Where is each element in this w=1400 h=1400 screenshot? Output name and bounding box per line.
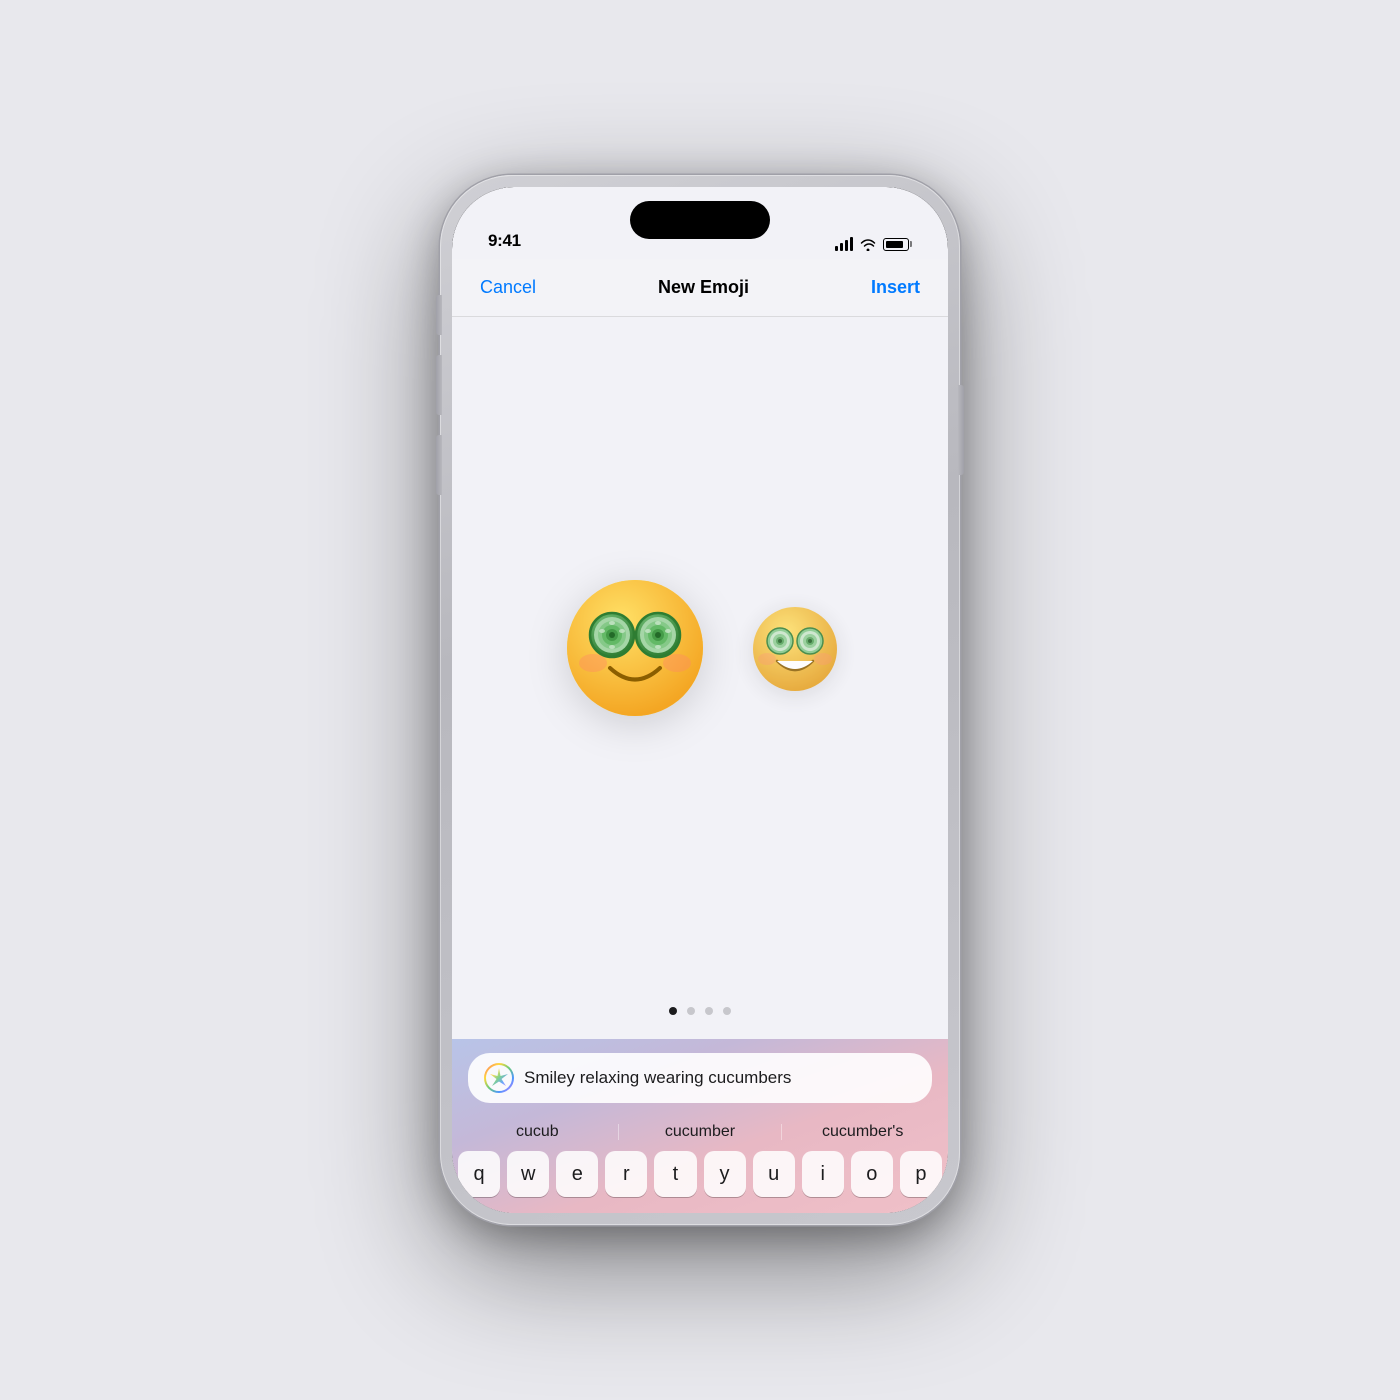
wifi-icon: [860, 238, 876, 250]
dot-2[interactable]: [687, 1007, 695, 1015]
insert-button[interactable]: Insert: [871, 277, 920, 298]
key-r[interactable]: r: [605, 1151, 647, 1197]
phone-screen: 9:41: [452, 187, 948, 1213]
cancel-button[interactable]: Cancel: [480, 277, 536, 298]
key-o[interactable]: o: [851, 1151, 893, 1197]
key-w[interactable]: w: [507, 1151, 549, 1197]
key-p[interactable]: p: [900, 1151, 942, 1197]
key-t[interactable]: t: [654, 1151, 696, 1197]
key-u[interactable]: u: [753, 1151, 795, 1197]
input-text-field[interactable]: Smiley relaxing wearing cucumbers: [524, 1068, 916, 1088]
nav-bar: Cancel New Emoji Insert: [452, 259, 948, 317]
silent-switch[interactable]: [436, 295, 442, 335]
volume-up-button[interactable]: [436, 355, 442, 415]
keyboard-rows: q w e r t y u i o p: [452, 1151, 948, 1213]
battery-icon: [883, 238, 912, 251]
main-emoji[interactable]: [555, 563, 715, 745]
dot-3[interactable]: [705, 1007, 713, 1015]
secondary-emoji[interactable]: [745, 597, 845, 712]
status-icons: [835, 237, 912, 251]
key-q[interactable]: q: [458, 1151, 500, 1197]
autocomplete-word-1[interactable]: cucub: [456, 1119, 619, 1145]
emoji-carousel[interactable]: [452, 317, 948, 991]
autocomplete-bar: cucub cucumber cucumber's: [456, 1113, 944, 1151]
emoji-area: Smiley relaxing wearing cucumbers cucub …: [452, 317, 948, 1213]
dot-1[interactable]: [669, 1007, 677, 1015]
content-area: Cancel New Emoji Insert: [452, 259, 948, 1213]
pagination-dots: [452, 991, 948, 1039]
emoji-input-bar[interactable]: Smiley relaxing wearing cucumbers: [468, 1053, 932, 1103]
power-button[interactable]: [958, 385, 964, 475]
key-y[interactable]: y: [704, 1151, 746, 1197]
autocomplete-word-2[interactable]: cucumber: [619, 1119, 782, 1145]
phone-device: 9:41: [440, 175, 960, 1225]
dynamic-island: [630, 201, 770, 239]
genmoji-icon: [484, 1063, 514, 1093]
nav-title: New Emoji: [658, 277, 749, 298]
keyboard-area: Smiley relaxing wearing cucumbers cucub …: [452, 1039, 948, 1213]
signal-icon: [835, 237, 853, 251]
dot-4[interactable]: [723, 1007, 731, 1015]
status-time: 9:41: [488, 231, 521, 251]
key-i[interactable]: i: [802, 1151, 844, 1197]
volume-down-button[interactable]: [436, 435, 442, 495]
autocomplete-word-3[interactable]: cucumber's: [781, 1119, 944, 1145]
key-e[interactable]: e: [556, 1151, 598, 1197]
screen-content: 9:41: [452, 187, 948, 1213]
key-row-1: q w e r t y u i o p: [458, 1151, 942, 1197]
